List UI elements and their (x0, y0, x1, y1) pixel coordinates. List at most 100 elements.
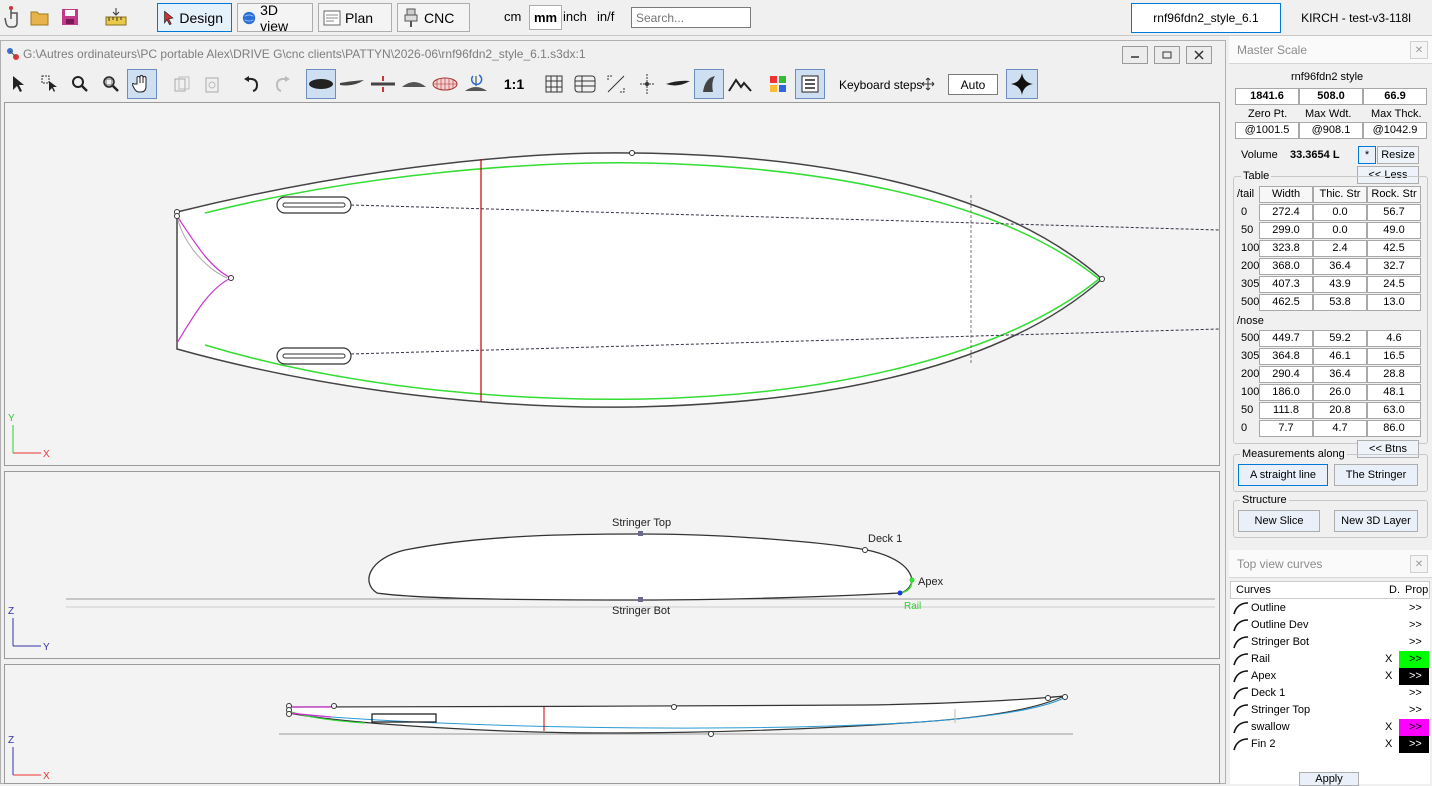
move-arrows-icon[interactable] (921, 77, 935, 91)
scale-1-1-button[interactable]: 1:1 (499, 69, 529, 99)
color-tool[interactable] (763, 69, 793, 99)
rotate-view-tool[interactable] (461, 69, 491, 99)
curve-prop-button[interactable]: >> (1399, 600, 1429, 617)
ruler-icon[interactable] (104, 5, 128, 29)
select-arrow-tool[interactable] (3, 69, 33, 99)
new-3d-layer-button[interactable]: New 3D Layer (1334, 510, 1418, 532)
straight-line-button[interactable]: A straight line (1238, 464, 1328, 486)
thickness-cell: 53.8 (1313, 294, 1367, 311)
curve-prop-button[interactable]: >> (1399, 617, 1429, 634)
curve-row[interactable]: Stringer Bot >> (1229, 634, 1432, 651)
unit-mm[interactable]: mm (529, 5, 563, 30)
top-view-canvas[interactable]: Y X (4, 102, 1220, 466)
board-tab[interactable]: rnf96fdn2_style_6.1 (1131, 3, 1281, 33)
zoom-tool[interactable] (65, 69, 95, 99)
curves-panel-close-button[interactable]: ✕ (1410, 555, 1428, 573)
axis-tool[interactable] (632, 69, 662, 99)
redo-tool[interactable] (267, 69, 297, 99)
table-tool[interactable] (570, 69, 600, 99)
curve-row[interactable]: Outline Dev >> (1229, 617, 1432, 634)
rail-label: Rail (904, 601, 921, 612)
rocker-cell: 86.0 (1367, 420, 1421, 437)
open-folder-icon[interactable] (28, 5, 52, 29)
design-mode-button[interactable]: Design (157, 3, 232, 32)
save-icon[interactable] (58, 5, 82, 29)
master-scale-close-button[interactable]: ✕ (1410, 41, 1428, 59)
select-node-tool[interactable] (35, 69, 65, 99)
hand-icon (132, 74, 147, 93)
axis-y-label-slice: Y (43, 642, 50, 653)
volume-star-button[interactable]: * (1358, 146, 1376, 164)
side-view-tool[interactable] (337, 69, 367, 99)
unit-cm[interactable]: cm (504, 9, 521, 24)
zero-pt-label: Zero Pt. (1248, 108, 1288, 120)
curve-row[interactable]: Apex X >> (1229, 668, 1432, 685)
curve-prop-button[interactable]: >> (1399, 651, 1429, 668)
curve-display-flag[interactable]: X (1385, 738, 1392, 750)
board-profile-tool[interactable] (663, 69, 693, 99)
list-tool[interactable] (795, 69, 825, 99)
sparkle-tool[interactable] (1006, 69, 1038, 99)
top-view-curves-header: Top view curves ✕ (1229, 550, 1432, 578)
curve-row[interactable]: Deck 1 >> (1229, 685, 1432, 702)
curve-prop-button[interactable]: >> (1399, 719, 1429, 736)
close-window-button[interactable] (1186, 46, 1212, 64)
paste-tool[interactable] (197, 69, 227, 99)
3d-view-mode-button[interactable]: 3D view (237, 2, 313, 34)
rocker-cell: 63.0 (1367, 402, 1421, 419)
machine-tab[interactable]: KIRCH - test-v3-118l (1286, 3, 1426, 33)
rocker-cell: 4.6 (1367, 330, 1421, 347)
new-slice-button[interactable]: New Slice (1238, 510, 1320, 532)
max-thickness-position: @1042.9 (1363, 122, 1427, 139)
zoom-window-tool[interactable] (96, 69, 126, 99)
curve-display-flag[interactable]: X (1385, 653, 1392, 665)
side-view-canvas[interactable]: Z X (4, 664, 1220, 784)
plan-mode-button[interactable]: Plan (318, 3, 392, 32)
close-icon (1194, 50, 1204, 60)
curve-display-flag[interactable]: X (1385, 721, 1392, 733)
measure-tool[interactable] (601, 69, 631, 99)
slice-view-canvas[interactable]: Stringer Top Deck 1 Apex Stringer Bot Ra… (4, 471, 1220, 659)
copy-tool[interactable] (167, 69, 197, 99)
search-input[interactable] (631, 7, 751, 28)
curve-prop-button[interactable]: >> (1399, 702, 1429, 719)
mountain-tool[interactable] (725, 69, 755, 99)
curve-name: Rail (1251, 653, 1270, 665)
max-width-label: Max Wdt. (1305, 108, 1352, 120)
curve-prop-button[interactable]: >> (1399, 668, 1429, 685)
curve-row[interactable]: Rail X >> (1229, 651, 1432, 668)
grid-tool[interactable] (539, 69, 569, 99)
resize-button[interactable]: Resize (1377, 146, 1419, 164)
row-position: 50 (1241, 224, 1254, 236)
curve-row[interactable]: Outline >> (1229, 600, 1432, 617)
curve-row[interactable]: Fin 2 X >> (1229, 736, 1432, 753)
cnc-mode-button[interactable]: CNC (397, 3, 470, 32)
curve-prop-button[interactable]: >> (1399, 736, 1429, 753)
curve-row[interactable]: swallow X >> (1229, 719, 1432, 736)
pan-hand-tool[interactable] (127, 69, 157, 99)
undo-tool[interactable] (237, 69, 267, 99)
restore-button[interactable] (1154, 46, 1180, 64)
steps-auto-field[interactable]: Auto (948, 74, 998, 95)
stringer-button[interactable]: The Stringer (1334, 464, 1418, 486)
curve-name: Stringer Top (1251, 704, 1311, 716)
unit-inch[interactable]: inch (563, 9, 587, 24)
fin-box-lower (276, 347, 352, 365)
axis-icon (640, 74, 654, 94)
slice-view-tool[interactable] (368, 69, 398, 99)
curve-prop-button[interactable]: >> (1399, 634, 1429, 651)
curve-prop-button[interactable]: >> (1399, 685, 1429, 702)
tail-label: /tail (1237, 188, 1255, 200)
axis-indicator-side: Z X (8, 735, 50, 782)
mountain-icon (728, 78, 752, 92)
hand-pointer-icon[interactable] (1, 5, 25, 29)
fin-tool[interactable] (694, 69, 724, 99)
deck-view-tool[interactable] (399, 69, 429, 99)
top-view-tool[interactable] (306, 69, 336, 99)
curve-display-flag[interactable]: X (1385, 670, 1392, 682)
minimize-button[interactable] (1122, 46, 1148, 64)
thickness-cell: 36.4 (1313, 366, 1367, 383)
unit-in-f[interactable]: in/f (597, 9, 614, 24)
curve-row[interactable]: Stringer Top >> (1229, 702, 1432, 719)
3d-mesh-tool[interactable] (430, 69, 460, 99)
